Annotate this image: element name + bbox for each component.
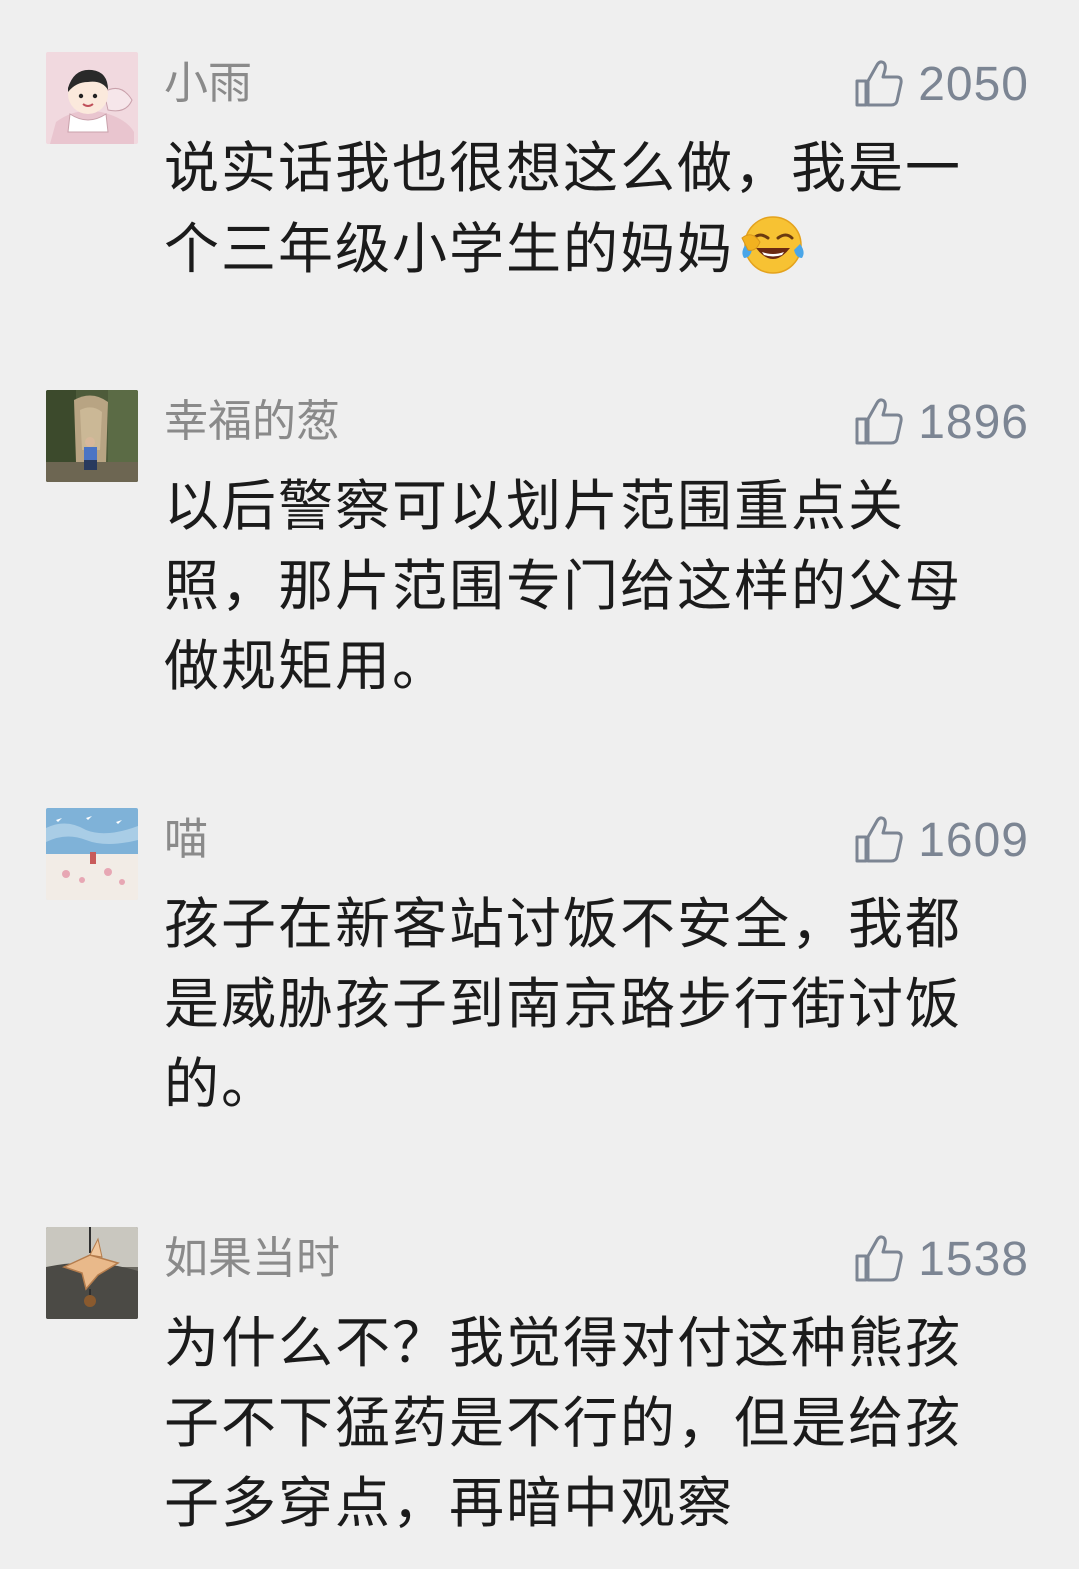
comment-text: 说实话我也很想这么做，我是一 个三年级小学生的妈妈: [164, 128, 1014, 289]
avatar[interactable]: [46, 390, 138, 482]
comment-text-line: 说实话我也很想这么做，我是一: [164, 136, 963, 200]
like-count: 1538: [918, 1232, 1029, 1286]
crying-laughing-emoji: [741, 216, 804, 274]
avatar[interactable]: [46, 808, 138, 900]
like-count: 2050: [918, 57, 1029, 111]
thumbs-up-icon: [855, 816, 903, 863]
paper-crane-ornament-avatar: [46, 1227, 138, 1319]
comment-text-line: 子多穿点，再暗中观察: [164, 1471, 735, 1535]
comment-text-line: 是威胁孩子到南京路步行街讨饭: [164, 972, 963, 1036]
username[interactable]: 幸福的葱: [164, 392, 340, 452]
like-button[interactable]: 1896: [852, 392, 1029, 452]
photo-person-at-sculpture-avatar: [46, 390, 138, 482]
avatar[interactable]: [46, 52, 138, 144]
like-count: 1896: [918, 395, 1029, 449]
comment-text: 为什么不？我觉得对付这种熊孩 子不下猛药是不行的，但是给孩 子多穿点，再暗中观察: [164, 1303, 1014, 1543]
thumbs-up-icon: [855, 398, 903, 445]
painted-sky-avatar: [46, 808, 138, 900]
thumbs-up-icon: [855, 60, 903, 107]
comment-text-line: 以后警察可以划片范围重点关: [164, 474, 906, 538]
comment-text-line: 个三年级小学生的妈妈: [164, 208, 1014, 289]
comment-text-line: 的。: [164, 1052, 279, 1116]
cartoon-child-avatar: [46, 52, 138, 144]
thumbs-up-icon: [855, 1235, 903, 1282]
like-button[interactable]: 1538: [852, 1229, 1029, 1289]
comment-text-line: 子不下猛药是不行的，但是给孩: [164, 1391, 963, 1455]
comment-text-line: 为什么不？我觉得对付这种熊孩: [164, 1311, 963, 1375]
username[interactable]: 如果当时: [164, 1229, 340, 1289]
comment-text: 以后警察可以划片范围重点关 照，那片范围专门给这样的父母 做规矩用。: [164, 466, 1014, 706]
like-count: 1609: [918, 813, 1029, 867]
like-button[interactable]: 1609: [852, 810, 1029, 870]
comment-text-segment: 个三年级小学生的妈妈: [164, 217, 735, 281]
username[interactable]: 小雨: [164, 54, 252, 114]
comment-text-line: 做规矩用。: [164, 634, 450, 698]
username[interactable]: 喵: [164, 810, 208, 870]
comment-text-line: 孩子在新客站讨饭不安全，我都: [164, 892, 963, 956]
like-button[interactable]: 2050: [852, 54, 1029, 114]
comment-text-line: 照，那片范围专门给这样的父母: [164, 554, 963, 618]
comment-text: 孩子在新客站讨饭不安全，我都 是威胁孩子到南京路步行街讨饭 的。: [164, 884, 1014, 1124]
avatar[interactable]: [46, 1227, 138, 1319]
